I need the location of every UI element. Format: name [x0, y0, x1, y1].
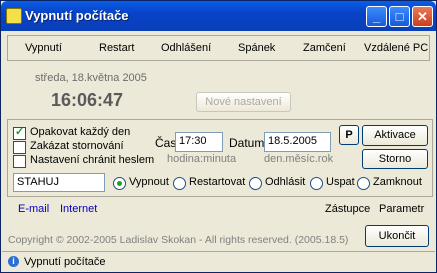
parameter-link[interactable]: Parametr	[379, 203, 424, 215]
quit-button[interactable]: Ukončit	[365, 225, 429, 247]
time-hint: hodina:minuta	[167, 153, 237, 165]
time-label: Čas	[155, 136, 177, 150]
info-icon: i	[8, 256, 19, 267]
menu-bar: Vypnutí Restart Odhlášení Spánek Zamčení…	[7, 35, 430, 61]
minimize-button[interactable]: _	[366, 6, 387, 27]
radio-restartovat[interactable]	[173, 177, 186, 190]
date-label: Datum	[229, 136, 265, 150]
menu-item-vzdalene-pc[interactable]: Vzdálené PC	[364, 42, 428, 54]
close-button[interactable]: ✕	[412, 6, 433, 27]
radio-odhlasit[interactable]	[249, 177, 262, 190]
representative-link[interactable]: Zástupce	[325, 203, 370, 215]
protect-password-label: Nastavení chránit heslem	[30, 154, 155, 166]
cancel-button[interactable]: Storno	[362, 149, 428, 169]
status-bar: i Vypnutí počítače	[2, 251, 435, 272]
menu-item-odhlaseni[interactable]: Odhlášení	[161, 42, 211, 54]
forbid-cancel-label: Zakázat stornování	[30, 140, 124, 152]
radio-vypnout-label: Vypnout	[129, 176, 169, 188]
title-bar[interactable]: Vypnutí počítače _ □ ✕	[1, 1, 436, 31]
new-settings-button[interactable]: Nové nastavení	[196, 92, 291, 112]
radio-uspat[interactable]	[310, 177, 323, 190]
radio-restartovat-label: Restartovat	[189, 176, 246, 188]
activate-button[interactable]: Aktivace	[362, 125, 428, 146]
menu-item-zamceni[interactable]: Zamčení	[303, 42, 346, 54]
email-link[interactable]: E-mail	[18, 203, 49, 215]
date-input[interactable]: 18.5.2005	[264, 132, 331, 152]
copyright-text: Copyright © 2002-2005 Ladislav Skokan - …	[8, 234, 349, 246]
current-time: 16:06:47	[51, 90, 124, 110]
protect-password-checkbox[interactable]	[13, 155, 26, 168]
menu-item-spanek[interactable]: Spánek	[238, 42, 275, 54]
maximize-button[interactable]: □	[389, 6, 410, 27]
menu-item-vypnuti[interactable]: Vypnutí	[25, 42, 62, 54]
menu-item-restart[interactable]: Restart	[99, 42, 134, 54]
current-date: středa, 18.května 2005	[35, 72, 147, 84]
radio-uspat-label: Uspat	[326, 176, 355, 188]
repeat-daily-checkbox[interactable]	[13, 125, 26, 140]
command-input[interactable]: STAHUJ	[13, 173, 105, 192]
repeat-daily-label: Opakovat každý den	[30, 126, 131, 138]
window-title: Vypnutí počítače	[25, 8, 129, 23]
app-window: Vypnutí počítače _ □ ✕ Vypnutí Restart O…	[0, 0, 437, 273]
internet-link[interactable]: Internet	[60, 203, 97, 215]
time-input[interactable]: 17:30	[175, 132, 223, 152]
radio-vypnout[interactable]	[113, 177, 126, 190]
radio-odhlasit-label: Odhlásit	[265, 176, 306, 188]
radio-zamknout[interactable]	[357, 177, 370, 190]
date-hint: den.měsíc.rok	[264, 153, 334, 165]
radio-zamknout-label: Zamknout	[373, 176, 422, 188]
p-button[interactable]: P	[339, 125, 359, 145]
app-icon[interactable]	[6, 8, 22, 24]
forbid-cancel-checkbox[interactable]	[13, 141, 26, 154]
status-text: Vypnutí počítače	[24, 256, 106, 268]
